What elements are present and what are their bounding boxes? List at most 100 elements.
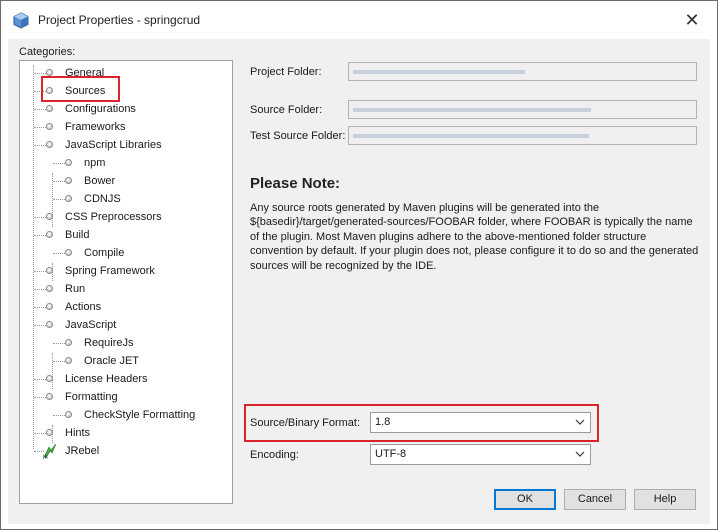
note-title: Please Note: — [250, 175, 341, 192]
tree-connector — [34, 109, 46, 110]
node-bullet-icon — [65, 195, 72, 202]
node-bullet-icon — [46, 69, 53, 76]
sidebar-item-formatting[interactable]: Formatting — [20, 388, 230, 406]
sidebar-item-configurations[interactable]: Configurations — [20, 100, 230, 118]
node-bullet-icon — [46, 267, 53, 274]
source-folder-field[interactable] — [348, 100, 697, 119]
node-bullet-icon — [65, 249, 72, 256]
sidebar-item-build[interactable]: Build — [20, 226, 230, 244]
blurred-path-text — [353, 70, 525, 74]
sidebar-item-npm[interactable]: npm — [20, 154, 230, 172]
test-source-folder-label: Test Source Folder: — [250, 130, 346, 142]
sidebar-item-label: Build — [65, 229, 90, 241]
tree-connector — [34, 397, 46, 398]
categories-label: Categories: — [19, 46, 76, 58]
sidebar-item-label: Compile — [84, 247, 125, 259]
encoding-label: Encoding: — [250, 449, 299, 461]
encoding-select[interactable]: UTF-8 — [370, 444, 591, 465]
sidebar-item-label: JRebel — [65, 445, 100, 457]
ok-button[interactable]: OK — [494, 489, 556, 510]
cancel-button[interactable]: Cancel — [564, 489, 626, 510]
tree-connector — [34, 307, 46, 308]
project-folder-label: Project Folder: — [250, 66, 322, 78]
node-bullet-icon — [46, 375, 53, 382]
blurred-path-text — [353, 108, 591, 112]
close-icon[interactable]: ✕ — [677, 7, 707, 33]
tree-connector — [34, 271, 46, 272]
svg-text:JR: JR — [42, 455, 48, 460]
sidebar-item-label: Formatting — [65, 391, 118, 403]
sidebar-item-label: Bower — [84, 175, 116, 187]
source-binary-format-select[interactable]: 1.8 — [370, 412, 591, 433]
node-bullet-icon — [46, 213, 53, 220]
sidebar-item-actions[interactable]: Actions — [20, 298, 230, 316]
note-text: Any source roots generated by Maven plug… — [250, 202, 699, 272]
sidebar-item-label: Run — [65, 283, 86, 295]
source-binary-format-value: 1.8 — [375, 416, 391, 428]
window-title: Project Properties - springcrud — [38, 13, 201, 27]
tree-connector — [34, 127, 46, 128]
node-bullet-icon — [46, 231, 53, 238]
node-bullet-icon — [65, 177, 72, 184]
netbeans-cube-icon — [13, 12, 29, 29]
tree-connector — [34, 235, 46, 236]
chevron-down-icon — [575, 419, 585, 425]
node-bullet-icon — [65, 411, 72, 418]
node-bullet-icon — [65, 159, 72, 166]
sidebar-item-label: License Headers — [65, 373, 148, 385]
chevron-down-icon — [575, 451, 585, 457]
help-button[interactable]: Help — [634, 489, 696, 510]
sidebar-item-label: CDNJS — [84, 193, 121, 205]
sidebar-item-label: npm — [84, 157, 106, 169]
node-bullet-icon — [46, 141, 53, 148]
sidebar-item-label: JavaScript — [65, 319, 117, 331]
sidebar-item-spring-framework[interactable]: Spring Framework — [20, 262, 230, 280]
blurred-path-text — [353, 134, 589, 138]
sidebar-item-css-preprocessors[interactable]: CSS Preprocessors — [20, 208, 230, 226]
jrebel-icon: JR — [42, 443, 57, 460]
node-bullet-icon — [46, 429, 53, 436]
tree-connector — [34, 325, 46, 326]
tree-connector — [53, 181, 65, 182]
project-properties-dialog: Project Properties - springcrud ✕ Catego… — [0, 0, 718, 530]
tree-connector — [53, 361, 65, 362]
sidebar-item-label: Actions — [65, 301, 102, 313]
sources-highlight-box — [41, 76, 120, 102]
test-source-folder-field[interactable] — [348, 126, 697, 145]
node-bullet-icon — [46, 393, 53, 400]
node-bullet-icon — [46, 321, 53, 328]
sidebar-item-license-headers[interactable]: License Headers — [20, 370, 230, 388]
tree-connector — [53, 163, 65, 164]
sidebar-item-label: RequireJs — [84, 337, 134, 349]
sidebar-item-jrebel[interactable]: JR JRebel — [20, 442, 230, 460]
tree-connector — [34, 379, 46, 380]
sidebar-item-frameworks[interactable]: Frameworks — [20, 118, 230, 136]
sidebar-item-compile[interactable]: Compile — [20, 244, 230, 262]
sidebar-item-run[interactable]: Run — [20, 280, 230, 298]
tree-connector — [53, 253, 65, 254]
categories-tree[interactable]: General Sources Configurations Framework… — [19, 60, 233, 504]
sidebar-item-cdnjs[interactable]: CDNJS — [20, 190, 230, 208]
node-bullet-icon — [65, 339, 72, 346]
node-bullet-icon — [46, 303, 53, 310]
sidebar-item-oracle-jet[interactable]: Oracle JET — [20, 352, 230, 370]
sidebar-item-label: CSS Preprocessors — [65, 211, 162, 223]
sidebar-item-label: JavaScript Libraries — [65, 139, 162, 151]
source-folder-label: Source Folder: — [250, 104, 323, 116]
sidebar-item-label: Hints — [65, 427, 91, 439]
sidebar-item-checkstyle-formatting[interactable]: CheckStyle Formatting — [20, 406, 230, 424]
node-bullet-icon — [65, 357, 72, 364]
sidebar-item-bower[interactable]: Bower — [20, 172, 230, 190]
sidebar-item-requirejs[interactable]: RequireJs — [20, 334, 230, 352]
tree-connector — [53, 415, 65, 416]
encoding-value: UTF-8 — [375, 448, 407, 460]
sidebar-item-hints[interactable]: Hints — [20, 424, 230, 442]
sidebar-item-javascript[interactable]: JavaScript — [20, 316, 230, 334]
tree-connector — [34, 433, 46, 434]
project-folder-field[interactable] — [348, 62, 697, 81]
source-binary-format-label: Source/Binary Format: — [250, 417, 361, 429]
sidebar-item-label: Oracle JET — [84, 355, 140, 367]
sidebar-item-javascript-libraries[interactable]: JavaScript Libraries — [20, 136, 230, 154]
tree-connector — [34, 145, 46, 146]
sidebar-item-label: Configurations — [65, 103, 136, 115]
